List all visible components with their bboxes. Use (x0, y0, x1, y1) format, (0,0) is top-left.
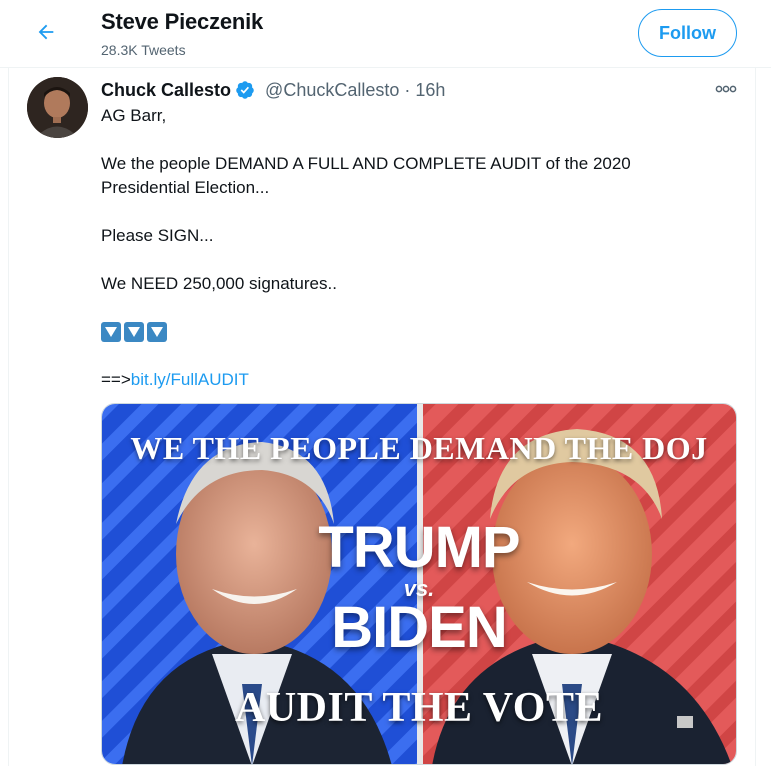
page-title: Steve Pieczenik (101, 9, 264, 34)
tweet-media-image[interactable]: WE THE PEOPLE DEMAND THE DOJ TRUMP vs. B… (101, 403, 737, 765)
author-name[interactable]: Chuck Callesto (101, 80, 231, 101)
tweet-line: We NEED 250,000 signatures.. (101, 274, 337, 293)
tweet-time[interactable]: 16h (415, 80, 445, 101)
more-options-icon (715, 80, 737, 98)
media-top-banner: WE THE PEOPLE DEMAND THE DOJ (130, 430, 708, 466)
down-arrow-emoji-icon (124, 322, 144, 342)
tweet-text: AG Barr, We the people DEMAND A FULL AND… (101, 104, 721, 392)
verified-badge-icon (235, 80, 255, 100)
meta-separator: · (404, 79, 411, 100)
back-button[interactable] (28, 16, 64, 52)
media-headline-trump: TRUMP (318, 515, 520, 580)
down-arrow-emoji-icon (101, 322, 121, 342)
media-bottom-banner: AUDIT THE VOTE (235, 685, 603, 731)
tweet-link[interactable]: bit.ly/FullAUDIT (131, 370, 249, 389)
down-arrow-emoji-icon (147, 322, 167, 342)
follow-button[interactable]: Follow (638, 9, 737, 57)
tweet-link-line: ==>bit.ly/FullAUDIT (101, 368, 721, 392)
tweet-meta: Chuck Callesto @ChuckCallesto · 16h (101, 78, 445, 102)
tweet-count: 28.3K Tweets (101, 42, 186, 58)
back-arrow-icon (35, 21, 57, 48)
tweet-line: Please SIGN... (101, 226, 214, 245)
tweet-line: AG Barr, (101, 106, 167, 125)
author-handle[interactable]: @ChuckCallesto (265, 80, 399, 101)
link-prefix: ==> (101, 370, 131, 389)
profile-header: Steve Pieczenik 28.3K Tweets Follow (0, 0, 771, 68)
more-options-button[interactable] (712, 80, 740, 98)
tweet-line: We the people DEMAND A FULL AND COMPLETE… (101, 154, 631, 197)
media-headline-biden: BIDEN (331, 595, 507, 660)
emoji-row (101, 322, 721, 342)
avatar[interactable] (27, 77, 88, 138)
